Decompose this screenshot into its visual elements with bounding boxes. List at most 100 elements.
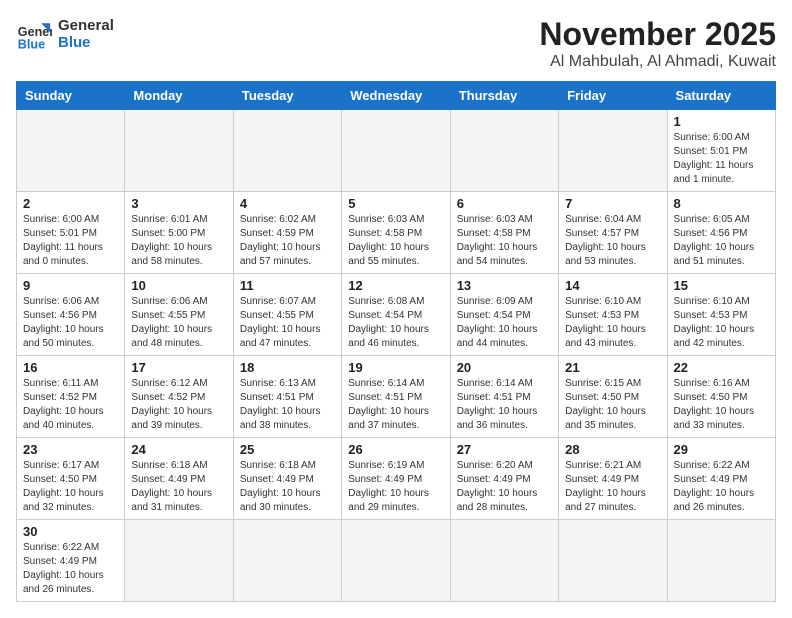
day-number: 4 — [240, 196, 335, 211]
calendar-cell: 29 Sunrise: 6:22 AM Sunset: 4:49 PM Dayli… — [667, 438, 775, 520]
calendar-cell: 8 Sunrise: 6:05 AM Sunset: 4:56 PM Daylig… — [667, 192, 775, 274]
day-number: 17 — [131, 360, 226, 375]
calendar-cell: 21Sunrise: 6:15 AM Sunset: 4:50 PM Dayli… — [559, 356, 667, 438]
day-info: Sunrise: 6:12 AM Sunset: 4:52 PM Dayligh… — [131, 377, 226, 433]
day-number: 8 — [674, 196, 769, 211]
logo-icon: General Blue — [16, 16, 52, 52]
svg-text:Blue: Blue — [18, 37, 45, 51]
calendar-cell: 1 Sunrise: 6:00 AM Sunset: 5:01 PM Daylig… — [667, 110, 775, 192]
calendar-cell: 22 Sunrise: 6:16 AM Sunset: 4:50 PM Dayli… — [667, 356, 775, 438]
day-info: Sunrise: 6:22 AM Sunset: 4:49 PM Dayligh… — [674, 459, 769, 515]
day-info: Sunrise: 6:06 AM Sunset: 4:55 PM Dayligh… — [131, 295, 226, 351]
day-number: 10 — [131, 278, 226, 293]
calendar-cell: 12 Sunrise: 6:08 AM Sunset: 4:54 PM Dayli… — [342, 274, 450, 356]
day-number: 12 — [348, 278, 443, 293]
day-number: 9 — [23, 278, 118, 293]
calendar-cell: 11 Sunrise: 6:07 AM Sunset: 4:55 PM Dayli… — [233, 274, 341, 356]
weekday-monday: Monday — [125, 82, 233, 110]
day-info: Sunrise: 6:00 AM Sunset: 5:01 PM Dayligh… — [674, 131, 769, 187]
day-info: Sunrise: 6:13 AM Sunset: 4:51 PM Dayligh… — [240, 377, 335, 433]
weekday-tuesday: Tuesday — [233, 82, 341, 110]
weekday-friday: Friday — [559, 82, 667, 110]
day-number: 16 — [23, 360, 118, 375]
day-number: 1 — [674, 114, 769, 129]
logo: General Blue General Blue — [16, 16, 114, 52]
calendar-cell — [667, 520, 775, 602]
day-number: 19 — [348, 360, 443, 375]
calendar-cell: 9 Sunrise: 6:06 AM Sunset: 4:56 PM Daylig… — [17, 274, 125, 356]
day-info: Sunrise: 6:14 AM Sunset: 4:51 PM Dayligh… — [348, 377, 443, 433]
day-info: Sunrise: 6:02 AM Sunset: 4:59 PM Dayligh… — [240, 213, 335, 269]
calendar-cell: 5 Sunrise: 6:03 AM Sunset: 4:58 PM Daylig… — [342, 192, 450, 274]
day-number: 30 — [23, 524, 118, 539]
calendar-cell: 30 Sunrise: 6:22 AM Sunset: 4:49 PM Dayli… — [17, 520, 125, 602]
calendar-cell — [125, 520, 233, 602]
day-number: 25 — [240, 442, 335, 457]
calendar-cell: 7Sunrise: 6:04 AM Sunset: 4:57 PM Daylig… — [559, 192, 667, 274]
calendar-cell — [559, 520, 667, 602]
calendar-cell — [17, 110, 125, 192]
day-number: 11 — [240, 278, 335, 293]
header: General Blue General Blue November 2025 … — [16, 16, 776, 71]
weekday-wednesday: Wednesday — [342, 82, 450, 110]
day-info: Sunrise: 6:14 AM Sunset: 4:51 PM Dayligh… — [457, 377, 552, 433]
logo-general: General — [58, 17, 114, 34]
week-row-4: 23Sunrise: 6:17 AM Sunset: 4:50 PM Dayli… — [17, 438, 776, 520]
calendar-cell: 19 Sunrise: 6:14 AM Sunset: 4:51 PM Dayli… — [342, 356, 450, 438]
calendar-cell — [233, 520, 341, 602]
day-number: 24 — [131, 442, 226, 457]
day-number: 27 — [457, 442, 552, 457]
week-row-3: 16Sunrise: 6:11 AM Sunset: 4:52 PM Dayli… — [17, 356, 776, 438]
day-number: 3 — [131, 196, 226, 211]
day-info: Sunrise: 6:03 AM Sunset: 4:58 PM Dayligh… — [348, 213, 443, 269]
weekday-thursday: Thursday — [450, 82, 558, 110]
calendar-cell: 13 Sunrise: 6:09 AM Sunset: 4:54 PM Dayli… — [450, 274, 558, 356]
calendar-cell: 3Sunrise: 6:01 AM Sunset: 5:00 PM Daylig… — [125, 192, 233, 274]
day-number: 29 — [674, 442, 769, 457]
day-number: 2 — [23, 196, 118, 211]
day-info: Sunrise: 6:18 AM Sunset: 4:49 PM Dayligh… — [131, 459, 226, 515]
day-number: 7 — [565, 196, 660, 211]
day-info: Sunrise: 6:06 AM Sunset: 4:56 PM Dayligh… — [23, 295, 118, 351]
calendar-cell — [342, 520, 450, 602]
day-info: Sunrise: 6:18 AM Sunset: 4:49 PM Dayligh… — [240, 459, 335, 515]
day-info: Sunrise: 6:03 AM Sunset: 4:58 PM Dayligh… — [457, 213, 552, 269]
calendar-cell: 2Sunrise: 6:00 AM Sunset: 5:01 PM Daylig… — [17, 192, 125, 274]
day-number: 13 — [457, 278, 552, 293]
day-info: Sunrise: 6:21 AM Sunset: 4:49 PM Dayligh… — [565, 459, 660, 515]
day-number: 22 — [674, 360, 769, 375]
calendar-table: SundayMondayTuesdayWednesdayThursdayFrid… — [16, 81, 776, 602]
calendar-cell: 14Sunrise: 6:10 AM Sunset: 4:53 PM Dayli… — [559, 274, 667, 356]
calendar-cell: 28Sunrise: 6:21 AM Sunset: 4:49 PM Dayli… — [559, 438, 667, 520]
day-number: 18 — [240, 360, 335, 375]
week-row-0: 1 Sunrise: 6:00 AM Sunset: 5:01 PM Daylig… — [17, 110, 776, 192]
day-info: Sunrise: 6:05 AM Sunset: 4:56 PM Dayligh… — [674, 213, 769, 269]
day-number: 26 — [348, 442, 443, 457]
day-info: Sunrise: 6:08 AM Sunset: 4:54 PM Dayligh… — [348, 295, 443, 351]
day-info: Sunrise: 6:17 AM Sunset: 4:50 PM Dayligh… — [23, 459, 118, 515]
calendar-cell: 24 Sunrise: 6:18 AM Sunset: 4:49 PM Dayli… — [125, 438, 233, 520]
day-info: Sunrise: 6:07 AM Sunset: 4:55 PM Dayligh… — [240, 295, 335, 351]
day-info: Sunrise: 6:20 AM Sunset: 4:49 PM Dayligh… — [457, 459, 552, 515]
day-info: Sunrise: 6:22 AM Sunset: 4:49 PM Dayligh… — [23, 541, 118, 597]
week-row-1: 2Sunrise: 6:00 AM Sunset: 5:01 PM Daylig… — [17, 192, 776, 274]
day-number: 5 — [348, 196, 443, 211]
calendar-cell — [559, 110, 667, 192]
day-info: Sunrise: 6:16 AM Sunset: 4:50 PM Dayligh… — [674, 377, 769, 433]
calendar-cell: 10 Sunrise: 6:06 AM Sunset: 4:55 PM Dayli… — [125, 274, 233, 356]
logo-blue: Blue — [58, 34, 114, 51]
day-number: 14 — [565, 278, 660, 293]
calendar-cell: 17 Sunrise: 6:12 AM Sunset: 4:52 PM Dayli… — [125, 356, 233, 438]
calendar-cell: 18 Sunrise: 6:13 AM Sunset: 4:51 PM Dayli… — [233, 356, 341, 438]
day-info: Sunrise: 6:19 AM Sunset: 4:49 PM Dayligh… — [348, 459, 443, 515]
day-number: 20 — [457, 360, 552, 375]
calendar-cell: 4 Sunrise: 6:02 AM Sunset: 4:59 PM Daylig… — [233, 192, 341, 274]
calendar-cell: 23Sunrise: 6:17 AM Sunset: 4:50 PM Dayli… — [17, 438, 125, 520]
calendar-cell: 20 Sunrise: 6:14 AM Sunset: 4:51 PM Dayli… — [450, 356, 558, 438]
day-number: 21 — [565, 360, 660, 375]
calendar-cell: 27 Sunrise: 6:20 AM Sunset: 4:49 PM Dayli… — [450, 438, 558, 520]
day-number: 15 — [674, 278, 769, 293]
calendar-body: 1 Sunrise: 6:00 AM Sunset: 5:01 PM Daylig… — [17, 110, 776, 602]
day-info: Sunrise: 6:09 AM Sunset: 4:54 PM Dayligh… — [457, 295, 552, 351]
week-row-2: 9 Sunrise: 6:06 AM Sunset: 4:56 PM Daylig… — [17, 274, 776, 356]
